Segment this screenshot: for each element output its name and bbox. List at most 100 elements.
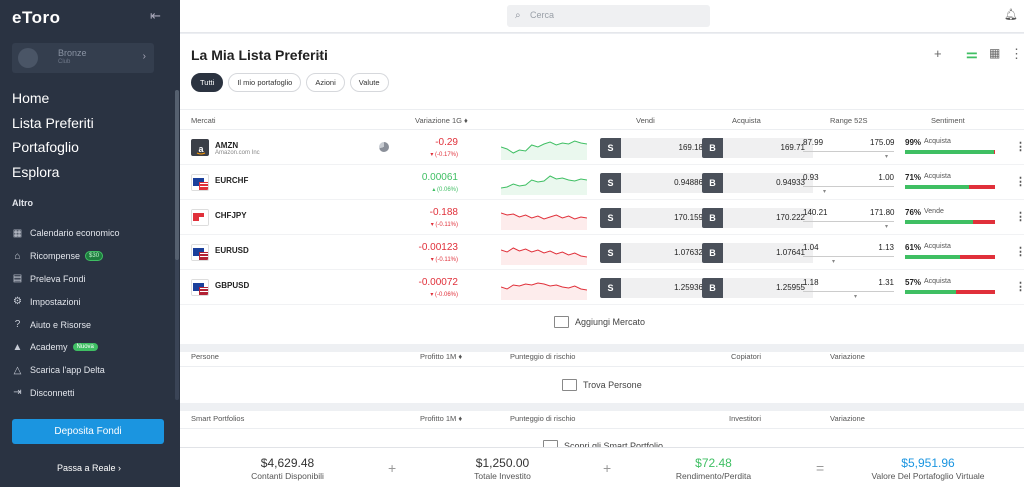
sell-price[interactable]: 1.07632: [621, 243, 711, 263]
row-more-icon[interactable]: ⋮: [1015, 245, 1024, 258]
sell-price[interactable]: 0.94886: [621, 173, 711, 193]
buy-button[interactable]: B: [702, 243, 723, 263]
virtual-value: $5,951.96: [901, 456, 955, 470]
tab-azioni[interactable]: Azioni: [306, 73, 345, 92]
table-row[interactable]: EURCHF 0.00061 ▴ (0.06%) S 0.94886 B 0.94933 0.…: [180, 165, 1024, 200]
change-percent: ▾ (-0.11%): [430, 257, 458, 263]
buy-price[interactable]: 1.07641: [723, 243, 813, 263]
sub-nav: ▦ Calendario economico ⌂ Ricompense $30 ▤ Prel…: [12, 222, 120, 404]
footer-cash: $4,629.48 Contanti Disponibili: [220, 456, 355, 481]
sidebar-item-gear[interactable]: ⚙ Impostazioni: [12, 290, 120, 313]
chart-add-icon: [554, 316, 569, 328]
market-symbol[interactable]: CHFJPY: [215, 211, 247, 220]
divider: [180, 109, 1024, 110]
sell-button[interactable]: S: [600, 173, 621, 193]
wallet-icon: ▤: [12, 273, 23, 285]
cash-label: Contanti Disponibili: [251, 471, 324, 481]
tab-tutti[interactable]: Tutti: [191, 73, 224, 92]
bell-icon[interactable]: 🔔︎: [1004, 8, 1018, 21]
more-options-icon[interactable]: ⋮: [1010, 46, 1023, 62]
people-header-profit[interactable]: Profitto 1M ♦: [420, 352, 462, 361]
sidebar-item-label: Ricompense: [30, 251, 81, 262]
table-row[interactable]: CHFJPY -0.188 ▾ (-0.11%) S 170.159 B 170.222 14…: [180, 200, 1024, 235]
header-markets: Mercati: [191, 116, 216, 125]
sidebar-item-gift[interactable]: ⌂ Ricompense $30: [12, 245, 120, 268]
tab-il-mio-portafoglio[interactable]: Il mio portafoglio: [228, 73, 302, 92]
sidebar-item-graduation-cap[interactable]: ▲ Academy Nuova: [12, 336, 120, 359]
sell-price[interactable]: 1.25936: [621, 278, 711, 298]
range-track: [803, 291, 894, 292]
collapse-sidebar-icon[interactable]: ⇤: [150, 8, 161, 24]
account-switcher[interactable]: Bronze Club ›: [12, 43, 154, 73]
sentiment-bar-fill: [905, 290, 957, 294]
change-percent: ▴ (0.06%): [432, 187, 458, 193]
currency-pair-flag-icon: [191, 174, 209, 191]
nav-home[interactable]: Home: [12, 89, 94, 114]
buy-button[interactable]: B: [702, 208, 723, 228]
sell-button[interactable]: S: [600, 278, 621, 298]
table-row[interactable]: EURUSD -0.00123 ▾ (-0.11%) S 1.07632 B 1.07641…: [180, 235, 1024, 270]
buy-price[interactable]: 170.222: [723, 208, 813, 228]
nav-portfolio[interactable]: Portafoglio: [12, 138, 94, 163]
sentiment-percent: 61%: [905, 243, 922, 252]
people-header-change: Variazione: [830, 352, 865, 361]
sidebar-item-delta[interactable]: △ Scarica l'app Delta: [12, 359, 120, 382]
buy-button[interactable]: B: [702, 278, 723, 298]
change-value: -0.188: [429, 207, 458, 218]
sell-price[interactable]: 169.18: [621, 138, 711, 158]
nav-explore[interactable]: Esplora: [12, 163, 94, 188]
buy-button[interactable]: B: [702, 138, 723, 158]
deposit-funds-button[interactable]: Deposita Fondi: [12, 419, 164, 444]
row-more-icon[interactable]: ⋮: [1015, 175, 1024, 188]
market-symbol[interactable]: GBPUSD: [215, 281, 249, 290]
market-name: Amazon.com Inc: [215, 150, 260, 156]
buy-button[interactable]: B: [702, 173, 723, 193]
sell-button[interactable]: S: [600, 138, 621, 158]
sentiment-percent: 57%: [905, 278, 922, 287]
portfolio-pie-icon[interactable]: [379, 142, 389, 152]
row-more-icon[interactable]: ⋮: [1015, 140, 1024, 153]
chevron-right-icon: ›: [142, 51, 146, 62]
sidebar: eToro ⇤ Bronze Club › Home Lista Preferi…: [0, 0, 180, 487]
row-more-icon[interactable]: ⋮: [1015, 210, 1024, 223]
switch-to-real-link[interactable]: Passa a Reale ›: [57, 463, 121, 473]
sidebar-item-calendar[interactable]: ▦ Calendario economico: [12, 222, 120, 245]
sell-button[interactable]: S: [600, 208, 621, 228]
header-range: Range 52S: [830, 116, 868, 125]
sidebar-item-wallet[interactable]: ▤ Preleva Fondi: [12, 268, 120, 291]
buy-price[interactable]: 169.71: [723, 138, 813, 158]
people-header-copiers: Copiatori: [731, 352, 762, 361]
row-more-icon[interactable]: ⋮: [1015, 280, 1024, 293]
table-row[interactable]: a AMZN Amazon.com Inc -0.29 ▾ (-0.17%) S 169.1…: [180, 130, 1024, 165]
market-symbol[interactable]: AMZN: [215, 141, 238, 150]
range-high: 175.09: [870, 138, 895, 147]
sidebar-item-help[interactable]: ? Aiuto e Risorse: [12, 313, 120, 336]
add-icon[interactable]: +: [934, 46, 942, 61]
add-market-button[interactable]: Aggiungi Mercato: [554, 316, 645, 328]
sidebar-scrollbar-thumb[interactable]: [175, 90, 179, 260]
section-title-altro: Altro: [12, 198, 33, 208]
change-percent: ▾ (-0.06%): [430, 292, 458, 298]
chevron-down-icon[interactable]: ⌄: [315, 49, 323, 60]
header-change[interactable]: Variazione 1G ♦: [415, 116, 468, 125]
market-symbol[interactable]: EURCHF: [215, 176, 248, 185]
smart-header-name: Smart Portfolios: [191, 414, 245, 423]
sidebar-item-label: Preleva Fondi: [30, 273, 86, 284]
buy-price[interactable]: 1.25955: [723, 278, 813, 298]
table-row[interactable]: GBPUSD -0.00072 ▾ (-0.06%) S 1.25936 B 1.25955…: [180, 270, 1024, 305]
find-people-button[interactable]: Trova Persone: [562, 379, 642, 391]
sentiment-percent: 76%: [905, 208, 922, 217]
etoro-logo[interactable]: eToro: [12, 8, 60, 28]
sell-price[interactable]: 170.159: [621, 208, 711, 228]
tab-valute[interactable]: Valute: [349, 73, 389, 92]
nav-watchlist[interactable]: Lista Preferiti: [12, 114, 94, 139]
market-symbol[interactable]: EURUSD: [215, 246, 249, 255]
buy-price[interactable]: 0.94933: [723, 173, 813, 193]
filter-sliders-icon[interactable]: ⚌: [966, 46, 978, 62]
smart-header-profit[interactable]: Profitto 1M ♦: [420, 414, 462, 423]
range-low: 1.18: [803, 278, 819, 287]
sell-button[interactable]: S: [600, 243, 621, 263]
search-input[interactable]: ⌕ Cerca: [507, 5, 710, 27]
grid-view-icon[interactable]: ▦: [989, 46, 1000, 60]
sidebar-item-logout[interactable]: ⇥ Disconnetti: [12, 382, 120, 405]
